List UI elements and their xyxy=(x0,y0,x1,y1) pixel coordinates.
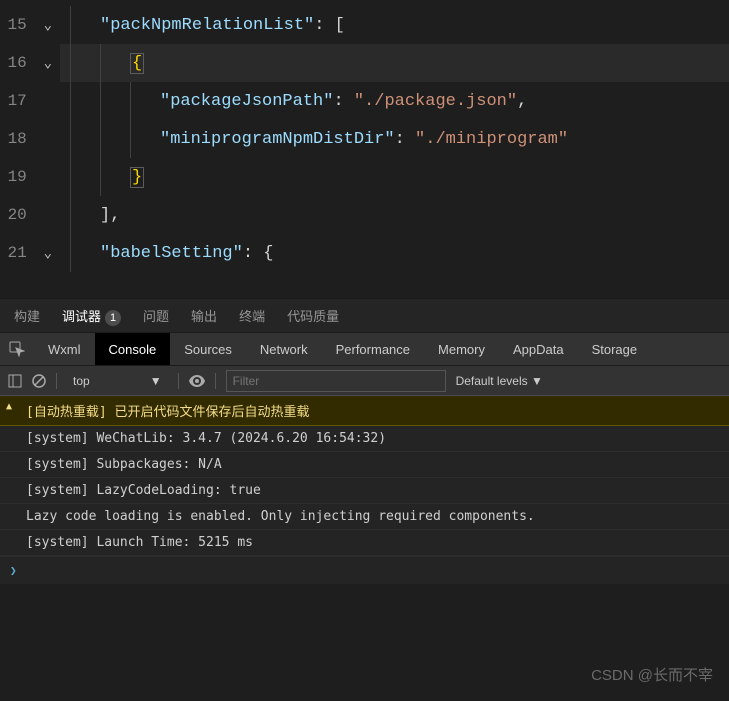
fold-chevron-icon[interactable]: ⌄ xyxy=(44,55,52,72)
tab-network[interactable]: Network xyxy=(246,333,322,365)
context-selector[interactable]: top▼ xyxy=(67,370,168,392)
line-number: 16 xyxy=(8,44,27,82)
fold-chevron-icon[interactable]: ⌄ xyxy=(44,17,52,34)
divider xyxy=(178,373,179,389)
line-number: 20 xyxy=(8,196,27,234)
bottom-panel-tabs: 构建 调试器1 问题 输出 终端 代码质量 xyxy=(0,298,729,332)
element-inspector-icon[interactable] xyxy=(0,333,34,365)
filter-input[interactable] xyxy=(226,370,446,392)
tab-storage[interactable]: Storage xyxy=(578,333,652,365)
console-output[interactable]: [自动热重载] 已开启代码文件保存后自动热重载 [system] WeChatL… xyxy=(0,396,729,584)
tab-terminal[interactable]: 终端 xyxy=(239,306,265,325)
code-line[interactable]: "babelSetting": { xyxy=(60,234,729,272)
line-number: 21 xyxy=(8,234,27,272)
tab-build[interactable]: 构建 xyxy=(14,306,40,325)
watermark: CSDN @长而不宰 xyxy=(591,664,713,685)
badge: 1 xyxy=(105,310,121,326)
code-line[interactable]: { xyxy=(60,44,729,82)
console-toolbar: top▼ Default levels ▼ xyxy=(0,366,729,396)
devtools-tabs: Wxml Console Sources Network Performance… xyxy=(0,332,729,366)
console-message[interactable]: Lazy code loading is enabled. Only injec… xyxy=(0,504,729,530)
clear-console-icon[interactable] xyxy=(32,374,46,388)
tab-console[interactable]: Console xyxy=(95,333,171,365)
divider xyxy=(215,373,216,389)
code-editor[interactable]: 15 ⌄ 16 ⌄ 17 18 19 20 21 ⌄ "packNpmRelat… xyxy=(0,0,729,298)
tab-performance[interactable]: Performance xyxy=(322,333,424,365)
line-number: 18 xyxy=(8,120,27,158)
fold-chevron-icon[interactable]: ⌄ xyxy=(44,245,52,262)
tab-output[interactable]: 输出 xyxy=(191,306,217,325)
line-number: 19 xyxy=(8,158,27,196)
code-content[interactable]: "packNpmRelationList": [ { "packageJsonP… xyxy=(60,0,729,298)
tab-appdata[interactable]: AppData xyxy=(499,333,578,365)
console-message[interactable]: [system] Launch Time: 5215 ms xyxy=(0,530,729,556)
line-number: 17 xyxy=(8,82,27,120)
divider xyxy=(56,373,57,389)
code-line[interactable]: ], xyxy=(60,196,729,234)
toggle-sidebar-icon[interactable] xyxy=(8,374,22,388)
line-number: 15 xyxy=(8,6,27,44)
tab-problems[interactable]: 问题 xyxy=(143,306,169,325)
code-line[interactable]: "packageJsonPath": "./package.json", xyxy=(60,82,729,120)
log-levels-selector[interactable]: Default levels ▼ xyxy=(456,374,543,388)
tab-memory[interactable]: Memory xyxy=(424,333,499,365)
console-message[interactable]: [system] WeChatLib: 3.4.7 (2024.6.20 16:… xyxy=(0,426,729,452)
code-line[interactable]: "miniprogramNpmDistDir": "./miniprogram" xyxy=(60,120,729,158)
tab-debugger[interactable]: 调试器1 xyxy=(62,306,121,326)
live-expression-icon[interactable] xyxy=(189,375,205,387)
console-message[interactable]: [system] LazyCodeLoading: true xyxy=(0,478,729,504)
tab-code-quality[interactable]: 代码质量 xyxy=(287,306,339,325)
tab-wxml[interactable]: Wxml xyxy=(34,333,95,365)
console-prompt[interactable] xyxy=(0,556,729,584)
tab-sources[interactable]: Sources xyxy=(170,333,246,365)
code-line[interactable]: } xyxy=(60,158,729,196)
console-message-warn[interactable]: [自动热重载] 已开启代码文件保存后自动热重载 xyxy=(0,396,729,426)
gutter: 15 ⌄ 16 ⌄ 17 18 19 20 21 ⌄ xyxy=(0,0,60,298)
code-line[interactable]: "packNpmRelationList": [ xyxy=(60,6,729,44)
console-message[interactable]: [system] Subpackages: N/A xyxy=(0,452,729,478)
